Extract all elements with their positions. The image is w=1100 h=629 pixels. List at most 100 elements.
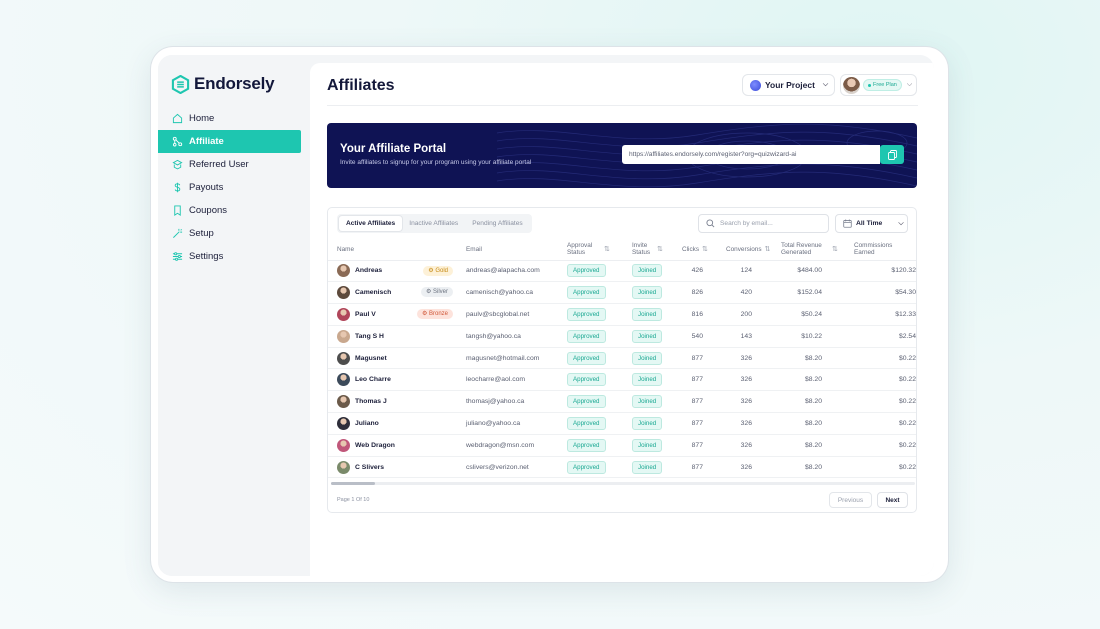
table-row[interactable]: Camenisch ⚙ Silver camenisch@yahoo.ca Appro… — [328, 281, 916, 305]
project-selector[interactable]: Your Project ⌵ — [742, 74, 835, 96]
approval-status-badge: Approved — [567, 395, 606, 409]
sidebar-item-referred-user[interactable]: Referred User — [158, 153, 310, 176]
approval-status-badge: Approved — [567, 438, 606, 452]
affiliate-name: C Slivers — [355, 463, 385, 471]
sort-icon[interactable]: ⇅ — [657, 246, 663, 253]
sidebar-item-settings[interactable]: Settings — [158, 245, 310, 268]
scrollbar-thumb[interactable] — [331, 482, 375, 485]
clicks-value: 816 — [673, 303, 717, 326]
affiliate-name: Paul V — [355, 310, 376, 318]
table-row[interactable]: Thomas J thomasj@yahoo.ca Approved Joined 87… — [328, 390, 916, 414]
revenue-value: $484.00 — [772, 260, 845, 283]
revenue-value: $50.24 — [772, 303, 845, 326]
affiliate-email: magusnet@hotmail.com — [457, 347, 558, 370]
user-menu[interactable]: Free Plan ⌵ — [840, 74, 917, 96]
home-icon — [172, 113, 183, 124]
conversions-value: 326 — [717, 368, 772, 392]
affiliate-name-cell: Andreas ⚙ Gold — [328, 260, 457, 283]
conversions-value: 143 — [717, 325, 772, 348]
date-range-select[interactable]: All Time ⌵ — [835, 214, 908, 233]
column-header-approval-status[interactable]: Approval Status ⇅ — [558, 239, 623, 261]
invite-status-badge: Joined — [632, 286, 663, 300]
chevron-down-icon: ⌵ — [906, 81, 913, 88]
previous-button[interactable]: Previous — [829, 492, 872, 508]
sidebar-item-label: Settings — [189, 251, 224, 262]
date-range-label: All Time — [856, 220, 883, 227]
next-button[interactable]: Next — [877, 492, 908, 508]
commission-value: $2.54 — [845, 325, 916, 348]
sidebar-item-affiliate[interactable]: Affiliate — [158, 130, 301, 153]
affiliate-email: cslivers@verizon.net — [457, 456, 558, 479]
calendar-icon — [843, 219, 852, 228]
approval-status-badge: Approved — [567, 286, 606, 300]
table-header-row: Name Email Approval Status ⇅ Invite Statu… — [328, 239, 916, 261]
clicks-value: 877 — [673, 434, 717, 457]
copy-url-button[interactable] — [880, 145, 904, 164]
table-row[interactable]: Leo Charre leocharre@aol.com Approved Joine… — [328, 368, 916, 392]
clicks-value: 877 — [673, 412, 717, 435]
column-header-invite-status[interactable]: Invite Status ⇅ — [623, 239, 673, 261]
sort-icon[interactable]: ⇅ — [702, 246, 708, 253]
tab-active-affiliates[interactable]: Active Affiliates — [339, 216, 403, 231]
clicks-value: 877 — [673, 368, 717, 392]
invite-status-badge: Joined — [632, 351, 663, 365]
tab-inactive-affiliates[interactable]: Inactive Affiliates — [402, 216, 465, 231]
sidebar-item-label: Home — [189, 113, 215, 124]
portal-url-field[interactable]: https://affiliates.endorsely.com/registe… — [622, 145, 880, 164]
affiliate-name: Thomas J — [355, 398, 387, 406]
approval-status-cell: Approved — [558, 456, 623, 479]
clicks-value: 426 — [673, 260, 717, 283]
column-header-clicks[interactable]: Clicks ⇅ — [673, 239, 717, 261]
affiliate-name-cell: C Slivers — [328, 456, 457, 479]
sidebar-item-home[interactable]: Home — [158, 107, 310, 130]
table-row[interactable]: Paul V ⚙ Bronze paulv@sbcglobal.net Approve… — [328, 303, 916, 326]
table-row[interactable]: Magusnet magusnet@hotmail.com Approved Join… — [328, 347, 916, 370]
search-input[interactable]: Search by email... — [698, 214, 829, 233]
horizontal-scrollbar[interactable] — [331, 482, 915, 485]
conversions-value: 326 — [717, 390, 772, 414]
table-row[interactable]: Juliano juliano@yahoo.ca Approved Joined 877… — [328, 412, 916, 435]
affiliate-icon — [172, 136, 183, 147]
revenue-value: $8.20 — [772, 390, 845, 414]
invite-status-badge: Joined — [632, 416, 663, 430]
referred-user-icon — [172, 159, 183, 170]
sort-icon[interactable]: ⇅ — [765, 246, 771, 253]
affiliate-email: tangsh@yahoo.ca — [457, 325, 558, 348]
tab-pending-affiliates[interactable]: Pending Affiliates — [465, 216, 529, 231]
table-row[interactable]: Web Dragon webdragon@msn.com Approved Joine… — [328, 434, 916, 457]
banner-title: Your Affiliate Portal — [340, 143, 447, 155]
conversions-value: 200 — [717, 303, 772, 326]
column-header-total-revenue[interactable]: Total Revenue Generated ⇅ — [772, 239, 845, 261]
sidebar-item-coupons[interactable]: Coupons — [158, 199, 310, 222]
avatar — [337, 373, 350, 387]
sort-icon[interactable]: ⇅ — [604, 246, 610, 253]
brand[interactable]: Endorsely — [171, 74, 275, 94]
sidebar-item-label: Setup — [189, 228, 214, 239]
sidebar-item-payouts[interactable]: Payouts — [158, 176, 310, 199]
invite-status-cell: Joined — [623, 456, 673, 479]
sidebar-item-setup[interactable]: Setup — [158, 222, 310, 245]
sidebar-item-label: Payouts — [189, 182, 224, 193]
column-header-conversions[interactable]: Conversions ⇅ — [717, 239, 772, 261]
invite-status-cell: Joined — [623, 412, 673, 435]
affiliate-email: camenisch@yahoo.ca — [457, 281, 558, 305]
approval-status-badge: Approved — [567, 416, 606, 430]
affiliate-name-cell: Paul V ⚙ Bronze — [328, 303, 457, 326]
approval-status-badge: Approved — [567, 264, 606, 278]
sliders-icon — [172, 252, 183, 261]
table-row[interactable]: C Slivers cslivers@verizon.net Approved Joi… — [328, 456, 916, 479]
invite-status-badge: Joined — [632, 438, 663, 452]
table-row[interactable]: Tang S H tangsh@yahoo.ca Approved Joined 540… — [328, 325, 916, 348]
sort-icon[interactable]: ⇅ — [832, 246, 838, 253]
invite-status-cell: Joined — [623, 368, 673, 392]
affiliate-name: Leo Charre — [355, 376, 391, 384]
commission-value: $0.22 — [845, 347, 916, 370]
commission-value: $0.22 — [845, 456, 916, 479]
tier-badge: ⚙ Bronze — [416, 309, 453, 320]
sidebar-item-label: Coupons — [189, 205, 228, 216]
invite-status-cell: Joined — [623, 325, 673, 348]
commission-value: $54.30 — [845, 281, 916, 305]
table-row[interactable]: Andreas ⚙ Gold andreas@alapacha.com Approve… — [328, 260, 916, 283]
commission-value: $0.22 — [845, 390, 916, 414]
avatar — [337, 329, 350, 343]
